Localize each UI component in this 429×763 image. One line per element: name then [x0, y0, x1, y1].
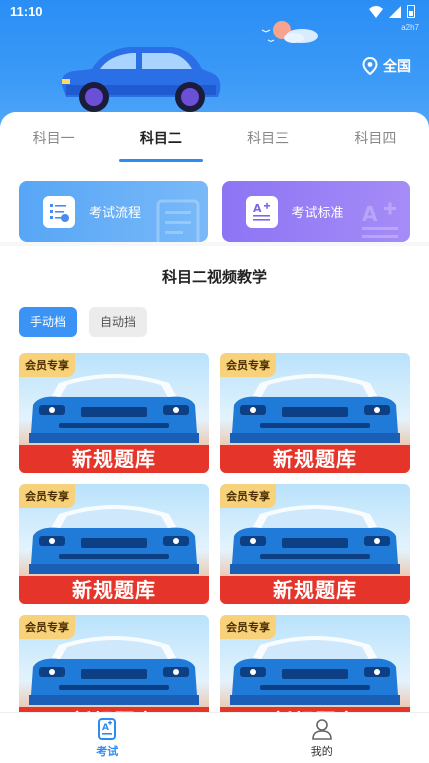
- svg-text:A: A: [362, 202, 378, 226]
- vip-badge: 会员专享: [220, 353, 276, 377]
- nav-exam-label: 考试: [96, 745, 119, 758]
- nav-mine-label: 我的: [310, 745, 333, 758]
- vip-badge: 会员专享: [220, 615, 276, 639]
- bottom-nav: A 考试 我的: [0, 712, 429, 763]
- video-banner: 新规题库: [19, 576, 209, 604]
- video-card[interactable]: 会员专享新规题库: [220, 615, 410, 712]
- transmission-filters: 手动档 自动挡: [19, 307, 148, 337]
- video-banner: 新规题库: [220, 445, 410, 473]
- svg-text:A: A: [102, 723, 109, 733]
- status-bar: 11:10 a2h7: [0, 0, 429, 32]
- video-banner: 新规题库: [220, 576, 410, 604]
- manual-filter-button[interactable]: 手动档: [19, 307, 78, 337]
- video-banner: 新规题库: [19, 707, 209, 712]
- exam-icon: A: [98, 718, 117, 740]
- vip-badge: 会员专享: [220, 484, 276, 508]
- car-illustration: [61, 47, 221, 112]
- status-icons: [369, 5, 415, 18]
- document-watermark-icon: A: [362, 202, 398, 238]
- sun-cloud-illustration: [261, 21, 318, 43]
- location-selector[interactable]: 全国: [362, 56, 411, 76]
- location-label: 全国: [383, 59, 411, 75]
- svg-text:A: A: [253, 202, 262, 215]
- video-card[interactable]: 会员专享新规题库: [220, 484, 410, 604]
- section-title: 科目二视频教学: [161, 268, 267, 286]
- exam-standard-label: 考试标准: [291, 206, 344, 221]
- quick-tiles: 考试流程 A 考试标准 A: [19, 181, 410, 242]
- wifi-icon: [369, 5, 383, 18]
- video-banner: 新规题库: [19, 445, 209, 473]
- video-banner: 新规题库: [220, 707, 410, 712]
- status-time: 11:10: [10, 4, 43, 19]
- checklist-watermark-icon: [156, 199, 199, 242]
- nav-exam[interactable]: A 考试: [0, 713, 215, 763]
- vip-badge: 会员专享: [19, 353, 75, 377]
- video-card[interactable]: 会员专享新规题库: [220, 353, 410, 473]
- document-icon: A: [245, 195, 278, 228]
- checklist-icon: [43, 195, 75, 228]
- exam-standard-tile[interactable]: A 考试标准 A: [221, 181, 410, 242]
- automatic-filter-button[interactable]: 自动挡: [89, 307, 148, 337]
- user-icon: [311, 719, 332, 740]
- section-divider: [0, 242, 429, 246]
- vip-badge: 会员专享: [19, 615, 75, 639]
- exam-process-tile[interactable]: 考试流程: [19, 181, 208, 242]
- tab-subject-1[interactable]: 科目一: [0, 112, 107, 160]
- tab-subject-3[interactable]: 科目三: [215, 112, 322, 160]
- main-content: 科目一 科目二 科目三 科目四 考试流程 A 考试标准 A 科目二视频教学 手动…: [0, 112, 429, 712]
- status-code: a2h7: [401, 23, 419, 32]
- tab-subject-4[interactable]: 科目四: [322, 112, 429, 160]
- location-pin-icon: [362, 57, 378, 75]
- nav-mine[interactable]: 我的: [215, 713, 429, 763]
- video-card[interactable]: 会员专享新规题库: [19, 353, 209, 473]
- exam-process-label: 考试流程: [89, 206, 142, 221]
- video-card[interactable]: 会员专享新规题库: [19, 615, 209, 712]
- vip-badge: 会员专享: [19, 484, 75, 508]
- subject-tabs: 科目一 科目二 科目三 科目四: [0, 112, 429, 160]
- battery-icon: [407, 5, 415, 18]
- video-grid: 会员专享新规题库会员专享新规题库会员专享新规题库会员专享新规题库会员专享新规题库…: [19, 353, 410, 712]
- signal-icon: [389, 5, 401, 18]
- video-card[interactable]: 会员专享新规题库: [19, 484, 209, 604]
- tab-subject-2[interactable]: 科目二: [107, 112, 214, 160]
